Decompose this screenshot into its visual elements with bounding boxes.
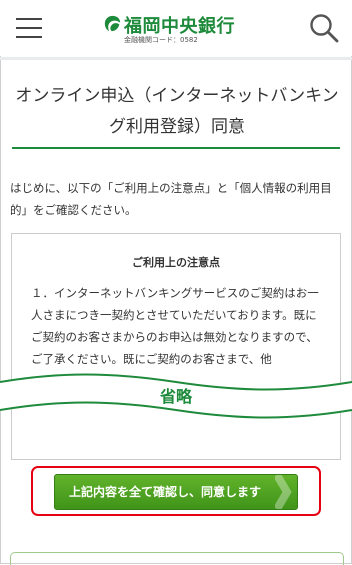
intro-text: はじめに、以下の「ご利用上の注意点」と「個人情報の利用目的」をご確認ください。 [10,181,332,217]
next-section-edge [10,552,344,565]
bank-logo[interactable]: 福岡中央銀行 金融機関コード：0582 [104,12,254,46]
terms-heading: ご利用上の注意点 [132,256,220,269]
page-title: オンライン申込（インターネットバンキング利用登録）同意 [15,86,339,137]
title-underline [12,147,340,149]
terms-scroll-box[interactable]: ご利用上の注意点 １．インターネットバンキングサービスのご契約はお一人さまにつき… [11,233,341,460]
omitted-label: 省略 [159,387,192,406]
search-icon[interactable] [308,12,340,44]
agree-button-label: 上記内容を全て確認し、同意します [68,485,261,499]
bank-logo-mark-icon [104,15,121,32]
bank-code: 金融機関コード：0582 [124,36,198,44]
terms-body-text: １．インターネットバンキングサービスのご契約はお一人さまにつき一契約とさせていた… [31,286,319,366]
agree-button[interactable]: 上記内容を全て確認し、同意します [54,474,298,510]
hamburger-menu-icon[interactable] [16,18,42,38]
app-header: 福岡中央銀行 金融機関コード：0582 [0,0,352,56]
chevron-right-icon [275,475,292,509]
header-divider [0,57,352,60]
